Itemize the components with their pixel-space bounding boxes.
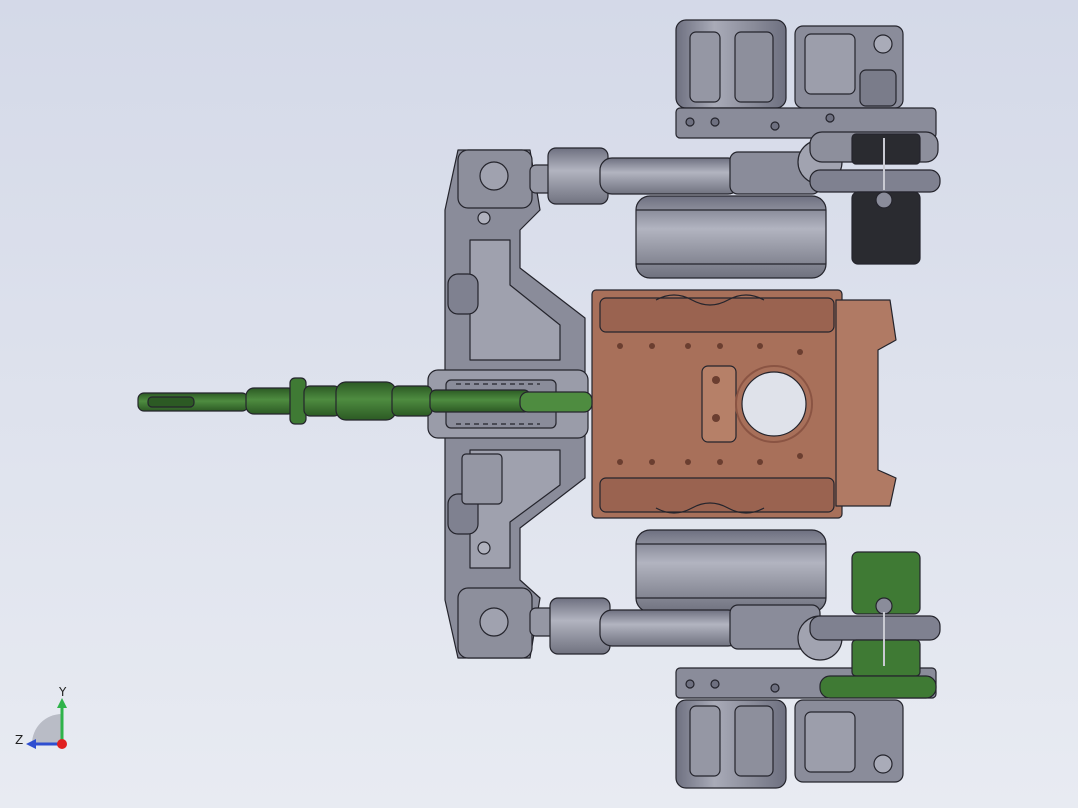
y-axis-arrowhead: [57, 698, 67, 708]
top-roller[interactable]: [635, 195, 827, 279]
y-axis-label: Y: [58, 685, 67, 699]
bronze-gearbox[interactable]: [591, 289, 897, 519]
assembly-model[interactable]: [0, 0, 1078, 808]
triad-shading: [32, 714, 62, 744]
top-black-actuator[interactable]: [851, 133, 921, 265]
bottom-roller[interactable]: [635, 529, 827, 613]
cad-graphics-viewport[interactable]: Y Z: [0, 0, 1078, 808]
z-axis-label: Z: [15, 733, 23, 747]
z-axis-arrowhead: [26, 739, 36, 749]
coordinate-triad: Y Z: [15, 685, 67, 749]
x-axis-dot: [57, 739, 67, 749]
